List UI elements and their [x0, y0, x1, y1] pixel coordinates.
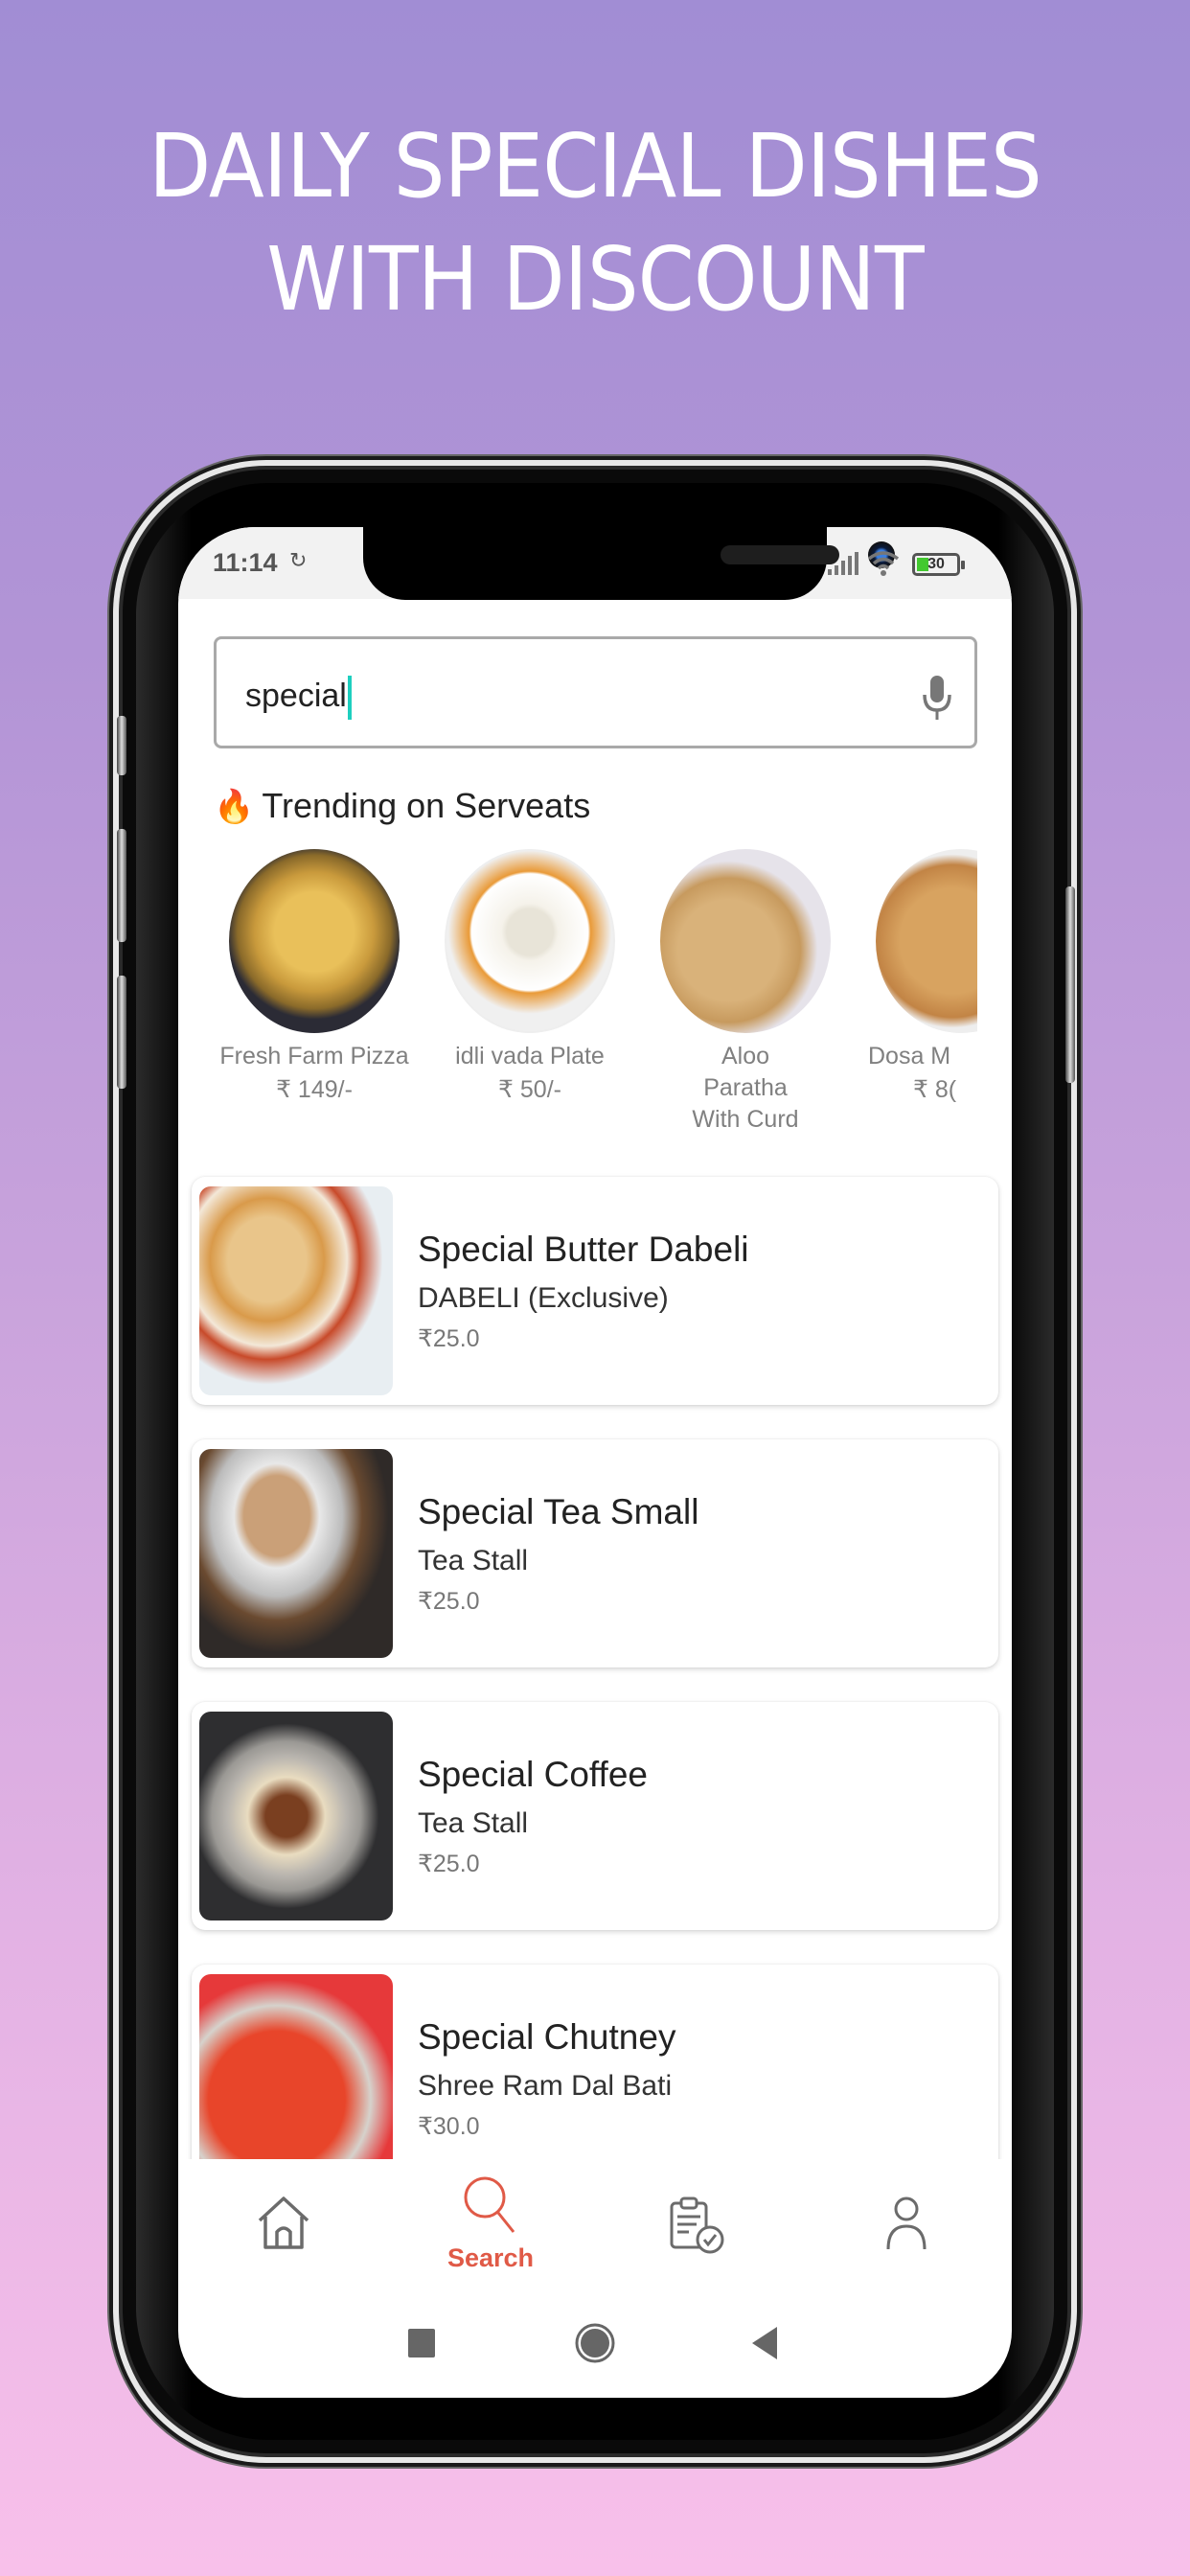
speaker-grille: [721, 545, 839, 564]
phone-side-button: [117, 976, 126, 1089]
trending-item-name: Dosa M: [868, 1043, 951, 1070]
dosa-image: [876, 849, 977, 1033]
promo-headline: DAILY SPECIAL DISHES WITH DISCOUNT: [48, 110, 1143, 336]
search-icon: [464, 2176, 515, 2233]
headline-line-1: DAILY SPECIAL DISHES: [149, 115, 1042, 218]
profile-icon: [886, 2196, 927, 2250]
phone-side-button: [117, 716, 126, 775]
trending-item[interactable]: Dosa M ₹ 8(: [860, 849, 977, 1107]
result-price: ₹25.0: [418, 1325, 480, 1352]
fire-icon: 🔥: [214, 789, 255, 825]
result-vendor: Tea Stall: [418, 1807, 529, 1839]
result-vendor: Shree Ram Dal Bati: [418, 2070, 673, 2102]
wifi-icon: [867, 551, 900, 576]
text-cursor: [347, 676, 352, 720]
phone-screen: 11:14 ↻ 30 special 🔥 Trending on Serveat…: [178, 527, 1012, 2398]
trending-title: Trending on Serveats: [262, 786, 591, 825]
result-price: ₹25.0: [418, 1588, 480, 1615]
system-nav-bar: [178, 2300, 1012, 2396]
recents-button[interactable]: [408, 2329, 437, 2358]
search-field[interactable]: special: [214, 636, 977, 748]
battery-level: 30: [927, 556, 945, 572]
battery-icon: 30: [912, 553, 965, 576]
result-card[interactable]: Special Butter Dabeli DABELI (Exclusive)…: [192, 1177, 998, 1405]
result-title: Special Tea Small: [418, 1492, 699, 1531]
phone-side-button: [1065, 886, 1075, 1083]
trending-item[interactable]: Aloo Paratha With Curd ₹ 129/-: [645, 849, 846, 1137]
idli-vada-image: [445, 849, 615, 1033]
trending-heading: 🔥 Trending on Serveats: [214, 786, 590, 826]
nav-home[interactable]: [207, 2159, 360, 2303]
home-icon: [258, 2196, 309, 2249]
microphone-icon[interactable]: [921, 674, 953, 722]
chutney-image: [199, 1974, 393, 2183]
trending-item-price: ₹ 8(: [913, 1076, 957, 1103]
search-input[interactable]: special: [245, 676, 352, 720]
sync-icon: ↻: [289, 548, 308, 572]
notch: [363, 527, 895, 600]
trending-item-name: Fresh Farm Pizza: [219, 1043, 409, 1070]
nav-search-label: Search: [446, 2243, 535, 2272]
trending-item[interactable]: idli vada Plate ₹ 50/-: [429, 849, 630, 1107]
trending-carousel[interactable]: Fresh Farm Pizza ₹ 149/- idli vada Plate…: [214, 849, 977, 1137]
result-card[interactable]: Special Tea Small Tea Stall ₹25.0: [192, 1439, 998, 1668]
trending-item-price: ₹ 129/-: [645, 1136, 846, 1137]
tea-image: [199, 1449, 393, 1658]
trending-item-price: ₹ 50/-: [498, 1076, 561, 1103]
search-input-value: special: [245, 677, 347, 714]
result-vendor: Tea Stall: [418, 1545, 529, 1576]
bottom-nav: Search: [178, 2159, 1012, 2303]
pizza-image: [229, 849, 400, 1033]
orders-clipboard-icon: [670, 2196, 724, 2254]
trending-item-price: ₹ 149/-: [276, 1076, 353, 1103]
result-title: Special Coffee: [418, 1755, 648, 1794]
trending-item-name: idli vada Plate: [455, 1043, 605, 1070]
trending-item[interactable]: Fresh Farm Pizza ₹ 149/-: [214, 849, 415, 1107]
phone-side-button: [117, 829, 126, 942]
result-title: Special Chutney: [418, 2017, 676, 2057]
dabeli-image: [199, 1186, 393, 1395]
nav-orders[interactable]: [621, 2159, 774, 2303]
result-vendor: DABELI (Exclusive): [418, 1282, 669, 1314]
back-button[interactable]: [750, 2327, 779, 2359]
result-title: Special Butter Dabeli: [418, 1230, 749, 1269]
home-button[interactable]: [574, 2322, 616, 2364]
signal-icon: [828, 552, 858, 575]
status-bar: 11:14 ↻ 30: [178, 527, 1012, 600]
coffee-image: [199, 1712, 393, 1920]
result-card[interactable]: Special Coffee Tea Stall ₹25.0: [192, 1702, 998, 1930]
result-price: ₹25.0: [418, 1851, 480, 1877]
aloo-paratha-image: [660, 849, 831, 1033]
nav-profile[interactable]: [830, 2159, 983, 2303]
status-time: 11:14: [213, 548, 278, 577]
headline-line-2: WITH DISCOUNT: [266, 228, 924, 331]
trending-item-name: Aloo Paratha With Curd: [692, 1043, 799, 1133]
result-price: ₹30.0: [418, 2113, 480, 2140]
nav-search[interactable]: Search: [414, 2159, 567, 2303]
